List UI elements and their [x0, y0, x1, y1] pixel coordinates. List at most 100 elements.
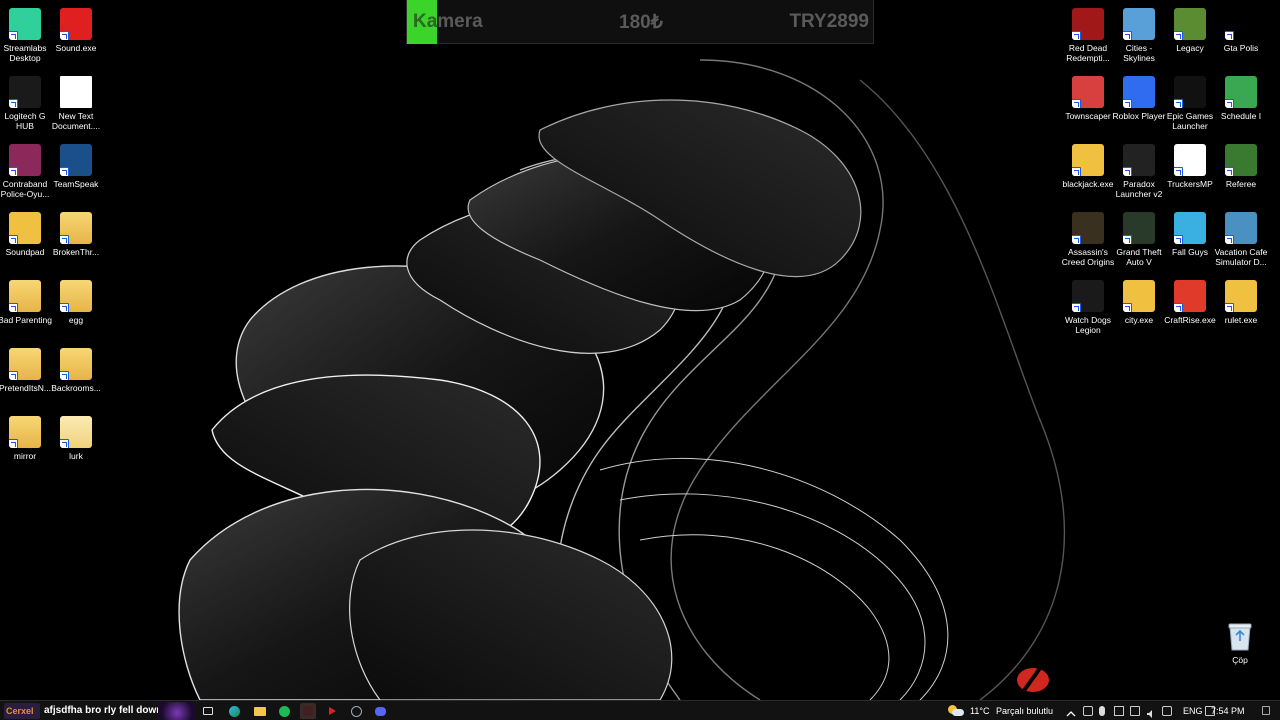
start-button[interactable]: Cerxel: [4, 703, 40, 719]
desktop-icon[interactable]: Assassin's Creed Origins: [1062, 208, 1114, 274]
gta-v-icon: [1123, 212, 1155, 244]
desktop-icon[interactable]: lurk: [50, 412, 102, 478]
desktop-icon[interactable]: New Text Document....: [50, 72, 102, 138]
folder-icon: [60, 348, 92, 380]
desktop-icon[interactable]: Contraband Police-Oyu...: [0, 140, 51, 206]
desktop-icon[interactable]: Paradox Launcher v2: [1113, 140, 1165, 206]
steam-icon: [350, 705, 362, 717]
input-language[interactable]: ENG: [1183, 701, 1203, 720]
winrar-icon: [9, 144, 41, 176]
fall-guys-icon: [1174, 212, 1206, 244]
shortcut-arrow-icon: [1123, 303, 1132, 312]
desktop-icon-label: Legacy: [1176, 43, 1204, 53]
desktop-icon[interactable]: Logitech G HUB: [0, 72, 51, 138]
soundpad-icon: [9, 212, 41, 244]
tray-display-icon[interactable]: [1114, 706, 1124, 716]
taskbar-app-active[interactable]: [300, 703, 316, 719]
desktop-icon-label: Vacation Cafe Simulator D...: [1214, 247, 1268, 267]
taskbar-app-steam[interactable]: [348, 703, 364, 719]
desktop-icon[interactable]: Schedule I: [1215, 72, 1267, 138]
taskbar-app-discord[interactable]: [372, 703, 388, 719]
desktop-icon[interactable]: egg: [50, 276, 102, 342]
desktop-icon[interactable]: Fall Guys: [1164, 208, 1216, 274]
shortcut-arrow-icon: [1225, 303, 1234, 312]
desktop-icon[interactable]: Cities - Skylines: [1113, 4, 1165, 70]
desktop-icon[interactable]: Referee: [1215, 140, 1267, 206]
taskbar-app-youtube[interactable]: [324, 703, 340, 719]
desktop-icon[interactable]: city.exe: [1113, 276, 1165, 342]
desktop-icon-label: blackjack.exe: [1062, 179, 1114, 189]
youtube-icon: [60, 8, 92, 40]
taskbar-app-edge[interactable]: [226, 703, 242, 719]
notification-icon[interactable]: [1262, 706, 1270, 715]
desktop-icon-label: Streamlabs Desktop: [3, 43, 47, 63]
desktop-icon[interactable]: Streamlabs Desktop: [0, 4, 51, 70]
desktop-icon[interactable]: Red Dead Redempti...: [1062, 4, 1114, 70]
desktop-icon-label: mirror: [13, 451, 37, 461]
shortcut-arrow-icon: [1225, 235, 1234, 244]
tray-microphone-icon[interactable]: [1099, 706, 1105, 716]
weather-description: Parçalı bulutlu: [996, 706, 1054, 716]
desktop-icon[interactable]: Legacy: [1164, 4, 1216, 70]
desktop-icon[interactable]: Soundpad: [0, 208, 51, 274]
desktop-icon[interactable]: rulet.exe: [1215, 276, 1267, 342]
desktop-icon-label: Logitech G HUB: [4, 111, 46, 131]
desktop-icon[interactable]: TeamSpeak: [50, 140, 102, 206]
desktop-icon[interactable]: blackjack.exe: [1062, 140, 1114, 206]
shortcut-arrow-icon: [1123, 167, 1132, 176]
youtube-icon: [328, 707, 336, 715]
task-view-button[interactable]: [200, 703, 216, 719]
taskbar-app-spotify[interactable]: [276, 703, 292, 719]
purchase-overlay-bar: Kamera Kamera 180₺ TRY2899: [406, 0, 874, 44]
tray-battery-icon[interactable]: [1162, 706, 1172, 716]
craftrise-icon: [1174, 280, 1206, 312]
clock-time[interactable]: 7:54 PM: [1211, 701, 1245, 720]
desktop-icon[interactable]: Epic Games Launcher: [1164, 72, 1216, 138]
shortcut-arrow-icon: [1174, 235, 1183, 244]
desktop-icon[interactable]: Gta Polis: [1215, 4, 1267, 70]
desktop-icon-recycle-bin[interactable]: Çöp: [1214, 616, 1266, 682]
desktop-icon[interactable]: CraftRise.exe: [1164, 276, 1216, 342]
desktop-icon[interactable]: Bad Parenting: [0, 276, 52, 342]
desktop-icon[interactable]: Grand Theft Auto V: [1113, 208, 1165, 274]
shortcut-arrow-icon: [9, 371, 18, 380]
tray-chevron-up-icon[interactable]: [1066, 706, 1076, 717]
desktop-icon-label: Grand Theft Auto V: [1116, 247, 1162, 267]
desktop-icon[interactable]: Backrooms...: [50, 344, 102, 410]
shortcut-arrow-icon: [1072, 235, 1081, 244]
desktop-icon-label: CraftRise.exe: [1164, 315, 1216, 325]
desktop-icon[interactable]: Townscaper: [1062, 72, 1114, 138]
shortcut-arrow-icon: [1225, 31, 1234, 40]
shortcut-arrow-icon: [1225, 99, 1234, 108]
desktop-icon-label: PretendItsN...: [0, 383, 51, 393]
desktop-icon-label: Referee: [1225, 179, 1257, 189]
shortcut-arrow-icon: [60, 371, 69, 380]
desktop-icon[interactable]: Roblox Player: [1113, 72, 1165, 138]
desktop-icon-label: Paradox Launcher v2: [1115, 179, 1163, 199]
python-icon: [1072, 144, 1104, 176]
desktop-icon-label: Çöp: [1232, 655, 1248, 665]
desktop-icon[interactable]: Vacation Cafe Simulator D...: [1215, 208, 1267, 274]
shortcut-arrow-icon: [1123, 99, 1132, 108]
weather-temperature: 11°C: [970, 706, 990, 716]
desktop-icon[interactable]: PretendItsN...: [0, 344, 51, 410]
desktop-icon[interactable]: Sound.exe: [50, 4, 102, 70]
folder-icon: [9, 348, 41, 380]
desktop-icon[interactable]: Watch Dogs Legion: [1062, 276, 1114, 342]
tray-volume-icon[interactable]: [1146, 706, 1156, 718]
desktop-icon-label: Red Dead Redempti...: [1066, 43, 1110, 63]
desktop-icon-label: TeamSpeak: [53, 179, 99, 189]
edge-icon: [228, 705, 240, 717]
tray-network-icon[interactable]: [1130, 706, 1140, 716]
desktop-icon-label: Roblox Player: [1112, 111, 1166, 121]
desktop-icon[interactable]: TruckersMP: [1164, 140, 1216, 206]
shortcut-arrow-icon: [9, 439, 18, 448]
shortcut-arrow-icon: [9, 99, 18, 108]
desktop-icon[interactable]: BrokenThr...: [50, 208, 102, 274]
shortcut-arrow-icon: [1072, 99, 1081, 108]
taskbar-app-explorer[interactable]: [252, 703, 268, 719]
tray-camera-icon[interactable]: [1083, 706, 1093, 716]
desktop-icon-label: egg: [68, 315, 84, 325]
epic-games-icon: [1174, 76, 1206, 108]
desktop-icon[interactable]: mirror: [0, 412, 51, 478]
